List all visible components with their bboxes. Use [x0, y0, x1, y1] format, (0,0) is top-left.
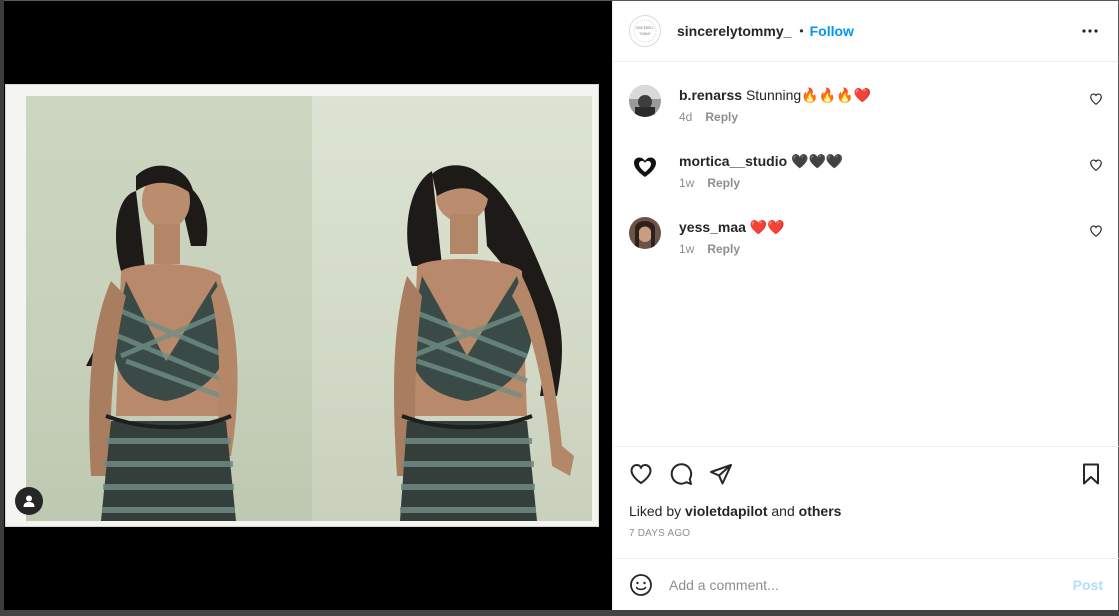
emoji-button[interactable]: [629, 573, 653, 597]
avatar[interactable]: [629, 85, 661, 117]
heart-icon[interactable]: [1089, 158, 1103, 172]
post-header: SINCERELY TOMMY sincerelytommy_ • Follow: [613, 1, 1118, 62]
comment-age[interactable]: 4d: [679, 110, 692, 124]
more-horizontal-icon: [1082, 29, 1098, 33]
owner-avatar[interactable]: SINCERELY TOMMY: [629, 15, 661, 47]
owner-logo-icon: SINCERELY TOMMY: [633, 19, 657, 43]
avatar[interactable]: [629, 217, 661, 249]
likes-joiner: and: [771, 503, 795, 519]
likes-summary: Liked by violetdapilot and others: [613, 501, 1119, 519]
comment-item: b.renarss Stunning🔥🔥🔥❤️ 4d Reply: [629, 85, 1103, 127]
user-icon: [23, 495, 35, 507]
photo-panel-left: [26, 96, 312, 521]
comment-username[interactable]: yess_maa: [679, 219, 746, 235]
share-button[interactable]: [709, 462, 733, 486]
paper-plane-icon: [710, 464, 732, 485]
reply-button[interactable]: Reply: [707, 242, 740, 256]
avatar[interactable]: [629, 151, 661, 183]
post-media[interactable]: [4, 1, 612, 610]
comment-button[interactable]: [669, 462, 693, 486]
likes-prefix: Liked by: [629, 503, 682, 519]
comment-input[interactable]: [669, 576, 1073, 593]
heart-icon[interactable]: [1089, 92, 1103, 106]
post-modal: SINCERELY TOMMY sincerelytommy_ • Follow: [4, 1, 1119, 610]
comment-text: ❤️❤️: [749, 219, 785, 235]
svg-text:TOMMY: TOMMY: [639, 32, 652, 36]
svg-text:SINCERELY: SINCERELY: [636, 26, 655, 30]
comment-bubble-icon: [670, 463, 693, 485]
heart-icon: [630, 463, 652, 485]
heart-logo-avatar: [629, 151, 661, 183]
comment-item: yess_maa ❤️❤️ 1w Reply: [629, 217, 1103, 259]
comment-text: 🖤🖤🖤: [791, 153, 844, 169]
likes-others-link[interactable]: others: [799, 503, 842, 519]
figure-right-illustration: [394, 165, 574, 521]
likes-user-link[interactable]: violetdapilot: [685, 503, 767, 519]
comment-text: Stunning🔥🔥🔥❤️: [745, 87, 871, 103]
owner-username[interactable]: sincerelytommy_: [677, 23, 791, 39]
comment-item: mortica__studio 🖤🖤🖤 1w Reply: [629, 151, 1103, 193]
avatar-photo: [629, 85, 661, 117]
comment-username[interactable]: b.renarss: [679, 87, 742, 103]
like-button[interactable]: [629, 462, 653, 486]
comment-age[interactable]: 1w: [679, 176, 694, 190]
post-side-panel: SINCERELY TOMMY sincerelytommy_ • Follow: [612, 1, 1119, 610]
reply-button[interactable]: Reply: [707, 176, 740, 190]
comments-list: b.renarss Stunning🔥🔥🔥❤️ 4d Reply mortica…: [613, 63, 1119, 446]
separator-dot: •: [799, 24, 804, 38]
save-button[interactable]: [1079, 462, 1103, 486]
comment-age[interactable]: 1w: [679, 242, 694, 256]
tagged-users-button[interactable]: [15, 487, 43, 515]
avatar-photo: [629, 217, 661, 249]
action-bar: [613, 447, 1119, 501]
more-options-button[interactable]: [1078, 19, 1102, 43]
reply-button[interactable]: Reply: [705, 110, 738, 124]
heart-icon[interactable]: [1089, 224, 1103, 238]
post-comment-button[interactable]: Post: [1073, 577, 1103, 593]
bookmark-icon: [1083, 463, 1099, 485]
post-photo: [5, 84, 599, 527]
backdrop-bottom: [0, 610, 1119, 616]
emoji-smile-icon: [630, 573, 652, 596]
comment-composer: Post: [613, 558, 1119, 610]
follow-button[interactable]: Follow: [810, 23, 854, 39]
post-actions-section: Liked by violetdapilot and others 7 DAYS…: [613, 446, 1119, 558]
comment-username[interactable]: mortica__studio: [679, 153, 787, 169]
figure-left-illustration: [86, 165, 238, 521]
post-timestamp[interactable]: 7 DAYS AGO: [613, 519, 1119, 539]
photo-panel-right: [312, 96, 592, 521]
